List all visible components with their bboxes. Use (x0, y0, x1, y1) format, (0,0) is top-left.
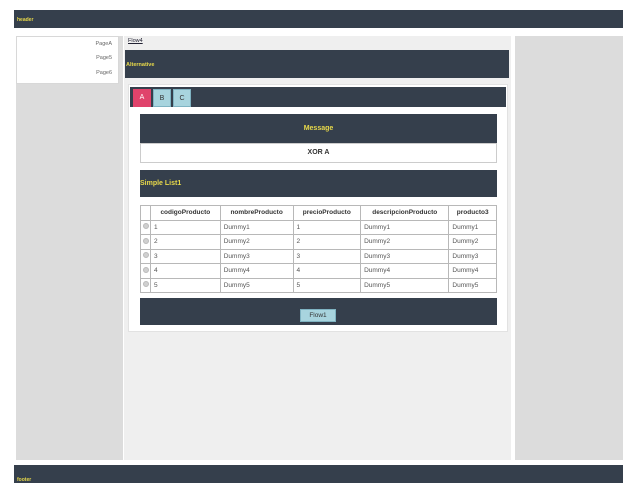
table-cell: 3 (150, 248, 221, 264)
table-cell: Dummy3 (219, 248, 294, 264)
footer-bar: footer (14, 465, 623, 483)
table-cell: Dummy5 (360, 277, 450, 293)
header-bar: header (14, 10, 623, 28)
table-cell: Dummy5 (448, 277, 497, 293)
table-cell: 2 (150, 234, 221, 250)
radio-icon[interactable] (142, 252, 149, 259)
alternative-bar: Alternative (125, 50, 509, 78)
table-cell: Dummy3 (360, 248, 450, 264)
radio-icon[interactable] (142, 281, 149, 288)
nav-item-page5[interactable]: Page5 (96, 55, 112, 61)
table-cell: Dummy2 (360, 234, 450, 250)
table-cell: Dummy2 (219, 234, 294, 250)
footer-label: footer (17, 477, 32, 483)
alternative-title: Alternative (126, 62, 155, 68)
table-row[interactable]: 3 Dummy3 3 Dummy3 Dummy3 (140, 248, 497, 264)
nav-item-pagea[interactable]: PageA (95, 41, 112, 47)
table-cell: 4 (292, 263, 362, 279)
radio-icon[interactable] (142, 223, 149, 230)
nav-item-page6[interactable]: Page6 (96, 70, 112, 76)
simple-list-title: Simple List1 (140, 180, 182, 187)
table-row[interactable]: 4 Dummy4 4 Dummy4 Dummy4 (140, 263, 497, 279)
table-cell: 1 (292, 219, 362, 235)
flow-link[interactable]: Flow4 (128, 38, 143, 44)
table-cell: 5 (150, 277, 221, 293)
column-header[interactable]: precioProducto (292, 205, 362, 221)
column-header[interactable]: descripcionProducto (360, 205, 450, 221)
table-row[interactable]: 5 Dummy5 5 Dummy5 Dummy5 (140, 277, 497, 293)
table-header-row: codigoProducto nombreProducto precioProd… (140, 205, 497, 221)
table-row[interactable]: 1 Dummy1 1 Dummy1 Dummy1 (140, 219, 497, 235)
table-cell: Dummy3 (448, 248, 497, 264)
table-cell: Dummy4 (448, 263, 497, 279)
table-cell: 1 (150, 219, 221, 235)
table-row[interactable]: 2 Dummy2 2 Dummy2 Dummy2 (140, 234, 497, 250)
left-column (16, 36, 123, 460)
select-column-header (140, 205, 151, 221)
right-column (515, 36, 623, 460)
table-cell: Dummy4 (360, 263, 450, 279)
table-cell: 2 (292, 234, 362, 250)
flow1-button[interactable]: Flow1 (300, 309, 336, 322)
row-select-radio[interactable] (140, 263, 151, 279)
table-cell: Dummy1 (219, 219, 294, 235)
table-cell: Dummy1 (448, 219, 497, 235)
column-header[interactable]: nombreProducto (219, 205, 294, 221)
left-nav-menu: PageA Page5 Page6 (16, 36, 119, 84)
message-text: XOR A (140, 143, 497, 163)
table-cell: Dummy4 (219, 263, 294, 279)
simple-list-header: Simple List1 (140, 170, 497, 197)
products-table: codigoProducto nombreProducto precioProd… (140, 205, 497, 293)
table-cell: 4 (150, 263, 221, 279)
table-cell: Dummy1 (360, 219, 450, 235)
tab-b[interactable]: B (153, 89, 171, 107)
message-header: Message (140, 114, 497, 143)
header-label: header (17, 17, 34, 23)
table-cell: Dummy2 (448, 234, 497, 250)
table-cell: 3 (292, 248, 362, 264)
row-select-radio[interactable] (140, 277, 151, 293)
radio-icon[interactable] (142, 237, 149, 244)
column-header[interactable]: codigoProducto (150, 205, 221, 221)
table-cell: Dummy5 (219, 277, 294, 293)
table-cell: 5 (292, 277, 362, 293)
row-select-radio[interactable] (140, 248, 151, 264)
row-select-radio[interactable] (140, 219, 151, 235)
column-header[interactable]: producto3 (448, 205, 497, 221)
tab-c[interactable]: C (173, 89, 191, 107)
tab-a[interactable]: A (133, 89, 151, 107)
row-select-radio[interactable] (140, 234, 151, 250)
radio-icon[interactable] (142, 266, 149, 273)
